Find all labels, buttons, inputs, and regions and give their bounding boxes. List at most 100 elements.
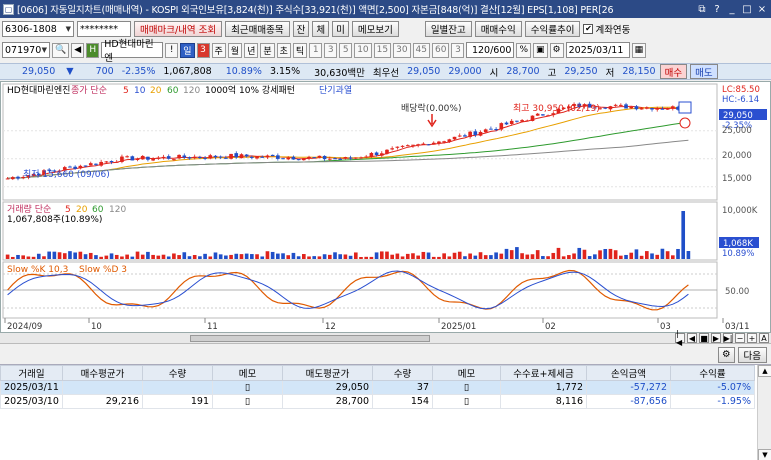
minute-10-button[interactable]: 10: [354, 42, 372, 58]
col-sell-memo[interactable]: 메모: [432, 365, 501, 381]
period-tick-tab[interactable]: 틱: [292, 42, 308, 58]
zoom-out-icon[interactable]: −: [735, 333, 745, 343]
volume-bar: [577, 247, 582, 259]
scroll-left-icon[interactable]: ◀: [687, 333, 697, 343]
account-select[interactable]: 6306-1808 ▼: [2, 21, 74, 37]
maximize-icon[interactable]: □: [741, 4, 753, 15]
executed-button[interactable]: 체: [312, 21, 330, 37]
date-input[interactable]: 2025/03/11: [565, 42, 630, 58]
trade-profit-button[interactable]: 매매수익: [474, 21, 522, 37]
memo-icon[interactable]: ▯: [464, 396, 469, 407]
minute-custom-button[interactable]: 3: [451, 42, 465, 58]
zoom-in-icon[interactable]: +: [747, 333, 757, 343]
volume-bar: [561, 256, 566, 259]
col-sell-qty[interactable]: 수량: [372, 365, 433, 381]
candle-body: [177, 154, 181, 159]
sell-button[interactable]: 매도: [690, 64, 718, 79]
col-buy-qty[interactable]: 수량: [142, 365, 213, 381]
period-day-tab[interactable]: 일: [180, 42, 195, 58]
period-week-tab[interactable]: 주: [211, 42, 226, 58]
candle-body: [650, 108, 654, 110]
minute-5-button[interactable]: 5: [339, 42, 353, 58]
close-icon[interactable]: ×: [756, 4, 768, 15]
count-input[interactable]: 120/600: [466, 42, 515, 58]
profit-trend-button[interactable]: 수익률추이: [524, 21, 581, 37]
zoom-reset-icon[interactable]: A: [759, 333, 769, 343]
stock-name-field[interactable]: HD현대마린엔: [101, 39, 164, 64]
period-alert-button[interactable]: !: [165, 42, 179, 58]
grid-settings-gear-icon[interactable]: ⚙: [717, 346, 735, 363]
scroll-right-icon[interactable]: ▶: [711, 333, 721, 343]
period-month-tab[interactable]: 월: [227, 42, 243, 58]
col-profit-amount[interactable]: 손익금액: [586, 365, 671, 381]
minute-15-button[interactable]: 15: [373, 42, 392, 58]
recent-trades-button[interactable]: 최근매매종목: [225, 21, 290, 37]
chart-scrollbar[interactable]: |◀ ◀ ■ ▶ ▶| − + A: [0, 329, 771, 347]
memo-view-button[interactable]: 메모보기: [351, 21, 399, 37]
col-fee[interactable]: 수수료+제세금: [500, 365, 587, 381]
memo-icon[interactable]: ▯: [464, 382, 469, 393]
scroll-end-icon[interactable]: ▶|: [723, 333, 733, 343]
volume-bar: [146, 251, 150, 259]
low-price: 28,150: [622, 66, 656, 77]
candle-body: [10, 177, 15, 180]
minute-3-button[interactable]: 3: [324, 42, 338, 58]
col-buy-memo[interactable]: 메모: [212, 365, 283, 381]
help-icon[interactable]: ?: [711, 4, 723, 15]
col-trade-date[interactable]: 거래일: [0, 365, 63, 381]
volume-bar: [541, 256, 545, 259]
col-buy-avg[interactable]: 매수평균가: [62, 365, 143, 381]
buy-button[interactable]: 매수: [659, 64, 688, 79]
calendar-icon[interactable]: ▦: [631, 42, 647, 58]
memo-icon[interactable]: ▯: [245, 396, 250, 407]
stock-code-input[interactable]: 071970 ▼: [2, 42, 50, 58]
volume-bar: [286, 255, 291, 259]
scroll-up-icon[interactable]: ▲: [758, 365, 771, 377]
save-icon[interactable]: ▣: [533, 42, 548, 58]
vol-ma5-label: 5: [65, 205, 71, 215]
col-return-rate[interactable]: 수익률: [670, 365, 755, 381]
account-link-checkbox[interactable]: ✔ 계좌연동: [583, 22, 630, 36]
grid-vertical-scrollbar[interactable]: ▲ ▼: [757, 365, 771, 460]
balance-button[interactable]: 잔: [292, 21, 310, 37]
scroll-thumb[interactable]: [190, 335, 430, 342]
search-icon[interactable]: 🔍: [52, 42, 70, 58]
price-chart-svg[interactable]: HD현대마린엔진 종가 단순 5 10 20 60 120 1000억 10% …: [1, 82, 770, 332]
volume-value: 1,067,808주(10.89%): [7, 214, 102, 225]
unfilled-button[interactable]: 미: [332, 21, 349, 37]
minimize-icon[interactable]: _: [726, 4, 738, 15]
period-minute-tab[interactable]: 분: [260, 42, 275, 58]
table-row[interactable]: 2025/03/10 29,216 191 ▯ 28,700 154 ▯ 8,1…: [0, 394, 755, 409]
check-icon: ✔: [583, 24, 594, 34]
memo-icon[interactable]: ▯: [245, 382, 250, 393]
password-input[interactable]: ********: [77, 21, 131, 37]
period-second-tab[interactable]: 초: [276, 42, 291, 58]
stop-icon[interactable]: ■: [699, 333, 709, 343]
best-ask: 29,050: [407, 66, 441, 77]
prev-stock-icon[interactable]: ◀: [71, 42, 85, 58]
next-button[interactable]: 다음: [737, 346, 767, 363]
candle-body: [244, 154, 249, 157]
minute-1-button[interactable]: 1: [309, 42, 323, 58]
volume-bar: [681, 211, 686, 259]
table-row[interactable]: 2025/03/11 ▯ 29,050 37 ▯ 1,772 -57,272 -…: [0, 380, 755, 395]
daily-balance-button[interactable]: 일별잔고: [424, 21, 472, 37]
volume-bar: [572, 253, 576, 259]
minute-45-button[interactable]: 45: [412, 42, 430, 58]
minute-60-button[interactable]: 60: [432, 42, 450, 58]
last-price-label: 29,050: [723, 111, 753, 121]
gear-icon[interactable]: ⚙: [549, 42, 564, 58]
scroll-start-icon[interactable]: |◀: [675, 329, 685, 347]
period-year-tab[interactable]: 년: [244, 42, 259, 58]
period-count-button[interactable]: 3: [196, 42, 210, 58]
trade-mark-query-button[interactable]: 매매마크/내역 조회: [134, 21, 223, 37]
compare-icon[interactable]: %: [516, 42, 532, 58]
volume-bar: [348, 255, 353, 259]
volume-bar: [634, 249, 639, 259]
minute-30-button[interactable]: 30: [393, 42, 411, 58]
restore-icon[interactable]: ⧉: [696, 4, 708, 15]
chart-panel[interactable]: HD현대마린엔진 종가 단순 5 10 20 60 120 1000억 10% …: [0, 81, 771, 333]
scroll-down-icon[interactable]: ▼: [758, 449, 771, 460]
volume-bar: [62, 253, 67, 259]
col-sell-avg[interactable]: 매도평균가: [282, 365, 373, 381]
